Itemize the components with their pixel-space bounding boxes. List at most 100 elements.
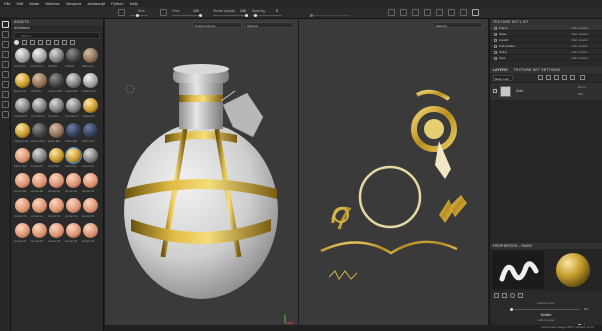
material-thumbnail[interactable] [32,223,47,238]
material-thumbnail[interactable] [66,48,81,63]
add-paint-layer-icon[interactable] [562,75,567,80]
material-thumbnail[interactable] [15,98,30,113]
projection-icon[interactable] [2,41,9,48]
material-thumbnail[interactable] [66,123,81,138]
material-thumbnail[interactable] [15,148,30,163]
visibility-eye-icon[interactable] [493,89,497,93]
menu-python[interactable]: Python [111,1,123,6]
filter-texture-icon[interactable] [54,40,59,45]
material-thumbnail[interactable] [15,73,30,88]
material-thumbnail[interactable] [83,123,98,138]
material-thumbnail[interactable] [32,98,47,113]
material-thumbnail[interactable] [83,198,98,213]
viewport-2d[interactable]: Material [299,19,488,331]
material-icon[interactable] [518,293,523,298]
material-thumbnail[interactable] [49,48,64,63]
add-folder-icon[interactable] [570,75,575,80]
material-thumbnail[interactable] [32,198,47,213]
material-thumbnail[interactable] [32,73,47,88]
material-thumbnail[interactable] [83,73,98,88]
menu-window[interactable]: Window [45,1,59,6]
material-thumbnail[interactable] [66,98,81,113]
filter-grid-icon[interactable] [70,40,75,45]
smudge-icon[interactable] [2,61,9,68]
menu-viewport[interactable]: Viewport [66,1,82,6]
search-input[interactable]: Search [14,32,100,39]
pressure-icon[interactable] [160,9,167,16]
flow-value[interactable]: 100 [193,9,199,13]
material-thumbnail[interactable] [66,73,81,88]
texture-set-shader[interactable]: Main shader [571,44,588,48]
camera-icon[interactable] [412,9,419,16]
material-thumbnail[interactable] [49,223,64,238]
filter-filter-icon[interactable] [62,40,67,45]
filter-material-icon[interactable] [22,40,27,45]
stroke-opacity-value[interactable]: 100 [240,9,246,13]
add-fill-layer-icon[interactable] [554,75,559,80]
pencil-mode-icon[interactable] [472,9,479,16]
material-thumbnail[interactable] [66,223,81,238]
texture-set-shader[interactable]: Main shader [571,26,588,30]
color-picker-icon[interactable] [2,81,9,88]
menu-javascript[interactable]: Javascript [87,1,105,6]
size-slider[interactable] [130,14,148,17]
texture-set-row[interactable]: Top1 Main shader [490,55,602,61]
add-mask-icon[interactable] [538,75,543,80]
material-thumbnail[interactable] [49,123,64,138]
texture-set-shader[interactable]: Main shader [571,32,588,36]
material-thumbnail[interactable] [32,123,47,138]
material-thumbnail[interactable] [49,198,64,213]
layer-name[interactable]: Gold [516,89,523,93]
texture-set-shader[interactable]: Main shader [571,56,588,60]
texture-set-shader[interactable]: Main shader [571,50,588,54]
texture-set-shader[interactable]: Main shader [571,38,588,42]
clone-icon[interactable] [2,71,9,78]
eraser-icon[interactable] [2,31,9,38]
material-thumbnail[interactable] [83,48,98,63]
geometry-fill-icon[interactable] [2,51,9,58]
tab-texture-set-settings[interactable]: TEXTURE SET SETTINGS [514,68,561,72]
material-thumbnail[interactable] [83,223,98,238]
texture-set-checkbox[interactable] [494,44,497,48]
filter-all-icon[interactable] [14,40,19,45]
flow-slider[interactable] [172,14,202,17]
texture-set-checkbox[interactable] [494,26,497,30]
render-icon[interactable] [424,9,431,16]
paint-brush-icon[interactable] [2,21,9,28]
stroke-opacity-slider[interactable] [213,14,248,17]
filter-alpha-icon[interactable] [46,40,51,45]
color-value[interactable]: 0.2 [584,307,588,311]
material-thumbnail[interactable] [49,173,64,188]
brush-icon[interactable] [494,293,499,298]
texture-set-icon[interactable] [2,101,9,108]
shelf-icon[interactable] [2,111,9,118]
menu-mode[interactable]: Mode [29,1,39,6]
material-thumbnail[interactable] [49,148,64,163]
material-thumbnail[interactable] [15,173,30,188]
stencil-icon[interactable] [510,293,515,298]
spacing-value[interactable]: 5 [276,9,278,13]
spacing-slider[interactable] [252,14,282,17]
layer-blend-mode[interactable]: Norm [578,85,585,89]
layer-opacity[interactable]: 100 [578,92,583,96]
color-slider-row[interactable]: 0.2 [490,307,602,313]
layer-row-gold[interactable]: Gold Norm 100 [490,83,602,101]
material-thumbnail[interactable] [49,73,64,88]
material-thumbnail[interactable] [15,223,30,238]
material-thumbnail[interactable] [32,48,47,63]
tab-layers[interactable]: LAYERS [493,68,508,72]
material-thumbnail[interactable] [65,147,82,164]
iray-icon[interactable] [460,9,467,16]
material-thumbnail[interactable] [32,173,47,188]
filter-brush-icon[interactable] [38,40,43,45]
viewport-3d[interactable]: Default camera Material [105,19,298,331]
texture-set-checkbox[interactable] [494,56,497,60]
material-thumbnail[interactable] [49,98,64,113]
screenshot-icon[interactable] [436,9,443,16]
menu-help[interactable]: Help [130,1,138,6]
material-thumbnail[interactable] [15,198,30,213]
symmetry-icon[interactable] [388,9,395,16]
texture-set-checkbox[interactable] [494,32,497,36]
material-thumbnail[interactable] [66,173,81,188]
texture-set-checkbox[interactable] [494,50,497,54]
